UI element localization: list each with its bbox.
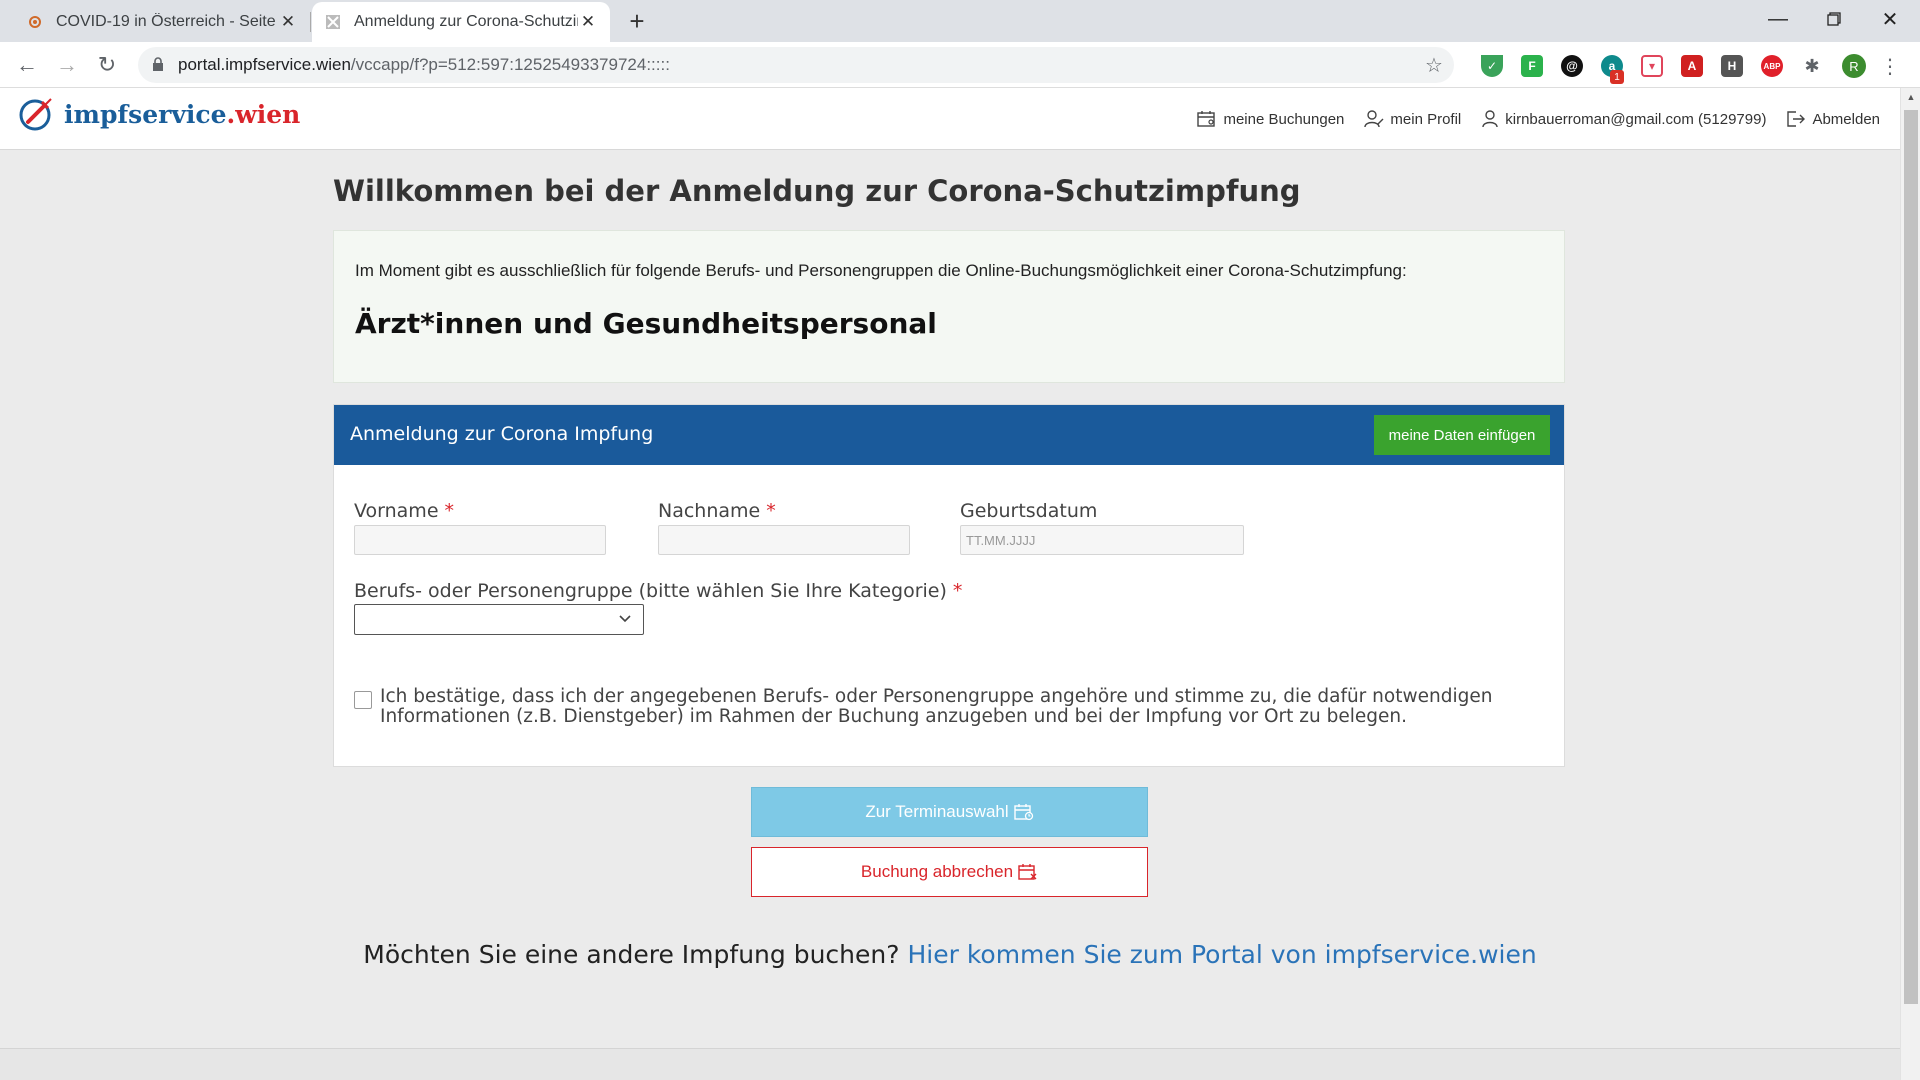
logo-name: impfservice — [64, 99, 227, 129]
forward-icon[interactable]: → — [52, 50, 82, 80]
group-select[interactable] — [354, 604, 644, 635]
info-box: Im Moment gibt es ausschließlich für fol… — [333, 230, 1565, 383]
form-header: Anmeldung zur Corona Impfung meine Daten… — [334, 405, 1564, 465]
nav-label: Abmelden — [1812, 110, 1880, 128]
required-marker: * — [444, 500, 455, 522]
url-text: portal.impfservice.wien/vccapp/f?p=512:5… — [178, 55, 1414, 75]
syringe-logo-icon — [19, 98, 52, 131]
profile-avatar[interactable]: R — [1842, 54, 1866, 78]
reload-icon[interactable]: ↻ — [92, 50, 122, 80]
group-label: Berufs- oder Personengruppe (bitte wähle… — [354, 580, 962, 602]
required-marker: * — [766, 500, 776, 522]
cancel-booking-button[interactable]: Buchung abbrechen — [751, 847, 1148, 897]
form-title: Anmeldung zur Corona Impfung — [350, 423, 654, 445]
covid-favicon-icon — [26, 13, 44, 31]
last-name-label: Nachname * — [658, 500, 776, 522]
hypothesis-icon[interactable]: H — [1721, 55, 1743, 77]
page-scrollbar[interactable]: ▲ — [1900, 88, 1920, 1080]
browser-tabstrip: COVID-19 in Österreich - Seite 47 ✕ Anme… — [0, 0, 1920, 42]
registration-form: Anmeldung zur Corona Impfung meine Daten… — [333, 404, 1565, 767]
label-text: Vorname — [354, 500, 439, 522]
top-navigation: meine Buchungen mein Profil kirnbauerrom… — [1197, 88, 1880, 150]
restore-icon[interactable] — [1806, 0, 1862, 38]
browser-toolbar: ← → ↻ portal.impfservice.wien/vccapp/f?p… — [0, 42, 1920, 88]
puzzle-icon[interactable]: ✱ — [1801, 55, 1823, 77]
browser-menu-icon[interactable]: ⋮ — [1880, 52, 1900, 80]
birthdate-input[interactable]: TT.MM.JJJJ — [960, 525, 1244, 555]
confirm-text: Ich bestätige, dass ich der angegebenen … — [380, 686, 1493, 727]
user-edit-icon — [1364, 110, 1384, 128]
label-text: Berufs- oder Personengruppe (bitte wähle… — [354, 580, 947, 602]
page-title: Willkommen bei der Anmeldung zur Corona-… — [333, 174, 1301, 208]
label-text: Nachname — [658, 500, 761, 522]
birthdate-placeholder: TT.MM.JJJJ — [966, 532, 1036, 548]
tab-covid[interactable]: COVID-19 in Österreich - Seite 47 ✕ — [14, 2, 310, 42]
site-header: impfservice.wien meine Buchungen mein Pr… — [0, 88, 1900, 150]
user-icon — [1482, 110, 1498, 128]
tab-impfung[interactable]: Anmeldung zur Corona-Schutzimpfung ✕ — [312, 2, 610, 42]
info-text: Im Moment gibt es ausschließlich für fol… — [355, 261, 1407, 280]
shield-icon[interactable]: ✓ — [1481, 55, 1503, 77]
address-bar[interactable]: portal.impfservice.wien/vccapp/f?p=512:5… — [138, 47, 1454, 83]
other-vaccination-line: Möchten Sie eine andere Impfung buchen? … — [0, 940, 1900, 969]
nav-my-profile[interactable]: mein Profil — [1364, 110, 1461, 128]
portal-link[interactable]: Hier kommen Sie zum Portal von impfservi… — [907, 940, 1536, 969]
close-window-icon[interactable]: ✕ — [1862, 0, 1918, 38]
nav-logout[interactable]: Abmelden — [1786, 110, 1880, 128]
nav-my-bookings[interactable]: meine Buchungen — [1197, 110, 1344, 128]
calendar-user-icon — [1197, 111, 1216, 127]
feedly-icon[interactable]: F — [1521, 55, 1543, 77]
nav-label: mein Profil — [1390, 110, 1462, 128]
logo-text: impfservice.wien — [64, 100, 300, 129]
tab-title: COVID-19 in Österreich - Seite 47 — [56, 13, 278, 30]
first-name-input[interactable] — [354, 525, 606, 555]
page-footer — [0, 1048, 1900, 1080]
tab-title: Anmeldung zur Corona-Schutzimpfung — [354, 13, 578, 30]
chevron-down-icon — [619, 611, 631, 626]
bookmark-star-icon[interactable]: ☆ — [1414, 53, 1454, 78]
calendar-clock-icon — [1013, 804, 1033, 821]
url-host: portal.impfservice.wien — [178, 55, 351, 74]
minimize-icon[interactable]: — — [1750, 0, 1806, 38]
site-logo[interactable]: impfservice.wien — [18, 96, 300, 132]
calendar-cancel-icon — [1018, 864, 1037, 880]
extension-badge: 1 — [1610, 70, 1624, 84]
adblock-icon[interactable]: ABP — [1761, 55, 1783, 77]
impfservice-favicon-icon — [324, 13, 342, 31]
logo-tld: .wien — [226, 99, 301, 129]
back-icon[interactable]: ← — [12, 50, 42, 80]
birthdate-label: Geburtsdatum — [960, 500, 1098, 522]
button-label: Buchung abbrechen — [860, 862, 1014, 881]
lock-icon[interactable] — [138, 56, 178, 74]
pocket-icon[interactable]: @ — [1561, 55, 1583, 77]
other-vaccination-question: Möchten Sie eine andere Impfung buchen? — [363, 940, 900, 969]
nav-user-account[interactable]: kirnbauerroman@gmail.com (5129799) — [1481, 110, 1766, 128]
url-path: /vccapp/f?p=512:597:12525493379724::::: — [350, 55, 670, 74]
tab-close-icon[interactable]: ✕ — [578, 12, 598, 32]
last-name-input[interactable] — [658, 525, 910, 555]
required-marker: * — [952, 580, 963, 602]
scroll-thumb[interactable] — [1904, 110, 1918, 1004]
first-name-label: Vorname * — [354, 500, 454, 522]
pocket-save-icon[interactable]: ▾ — [1641, 55, 1663, 77]
tab-separator — [310, 12, 311, 32]
fill-my-data-button[interactable]: meine Daten einfügen — [1374, 415, 1550, 455]
confirm-checkbox[interactable] — [354, 691, 372, 709]
nav-label: meine Buchungen — [1223, 110, 1345, 128]
nav-label: kirnbauerroman@gmail.com (5129799) — [1505, 110, 1767, 128]
scroll-up-icon[interactable]: ▲ — [1901, 88, 1920, 106]
tab-close-icon[interactable]: ✕ — [278, 12, 298, 32]
appointment-selection-button[interactable]: Zur Terminauswahl — [751, 787, 1148, 837]
pdf-icon[interactable]: A — [1681, 55, 1703, 77]
logout-icon — [1787, 111, 1806, 127]
button-label: Zur Terminauswahl — [865, 802, 1009, 821]
new-tab-icon[interactable]: + — [622, 6, 652, 36]
eligible-group-heading: Ärzt*innen und Gesundheitspersonal — [355, 307, 937, 340]
